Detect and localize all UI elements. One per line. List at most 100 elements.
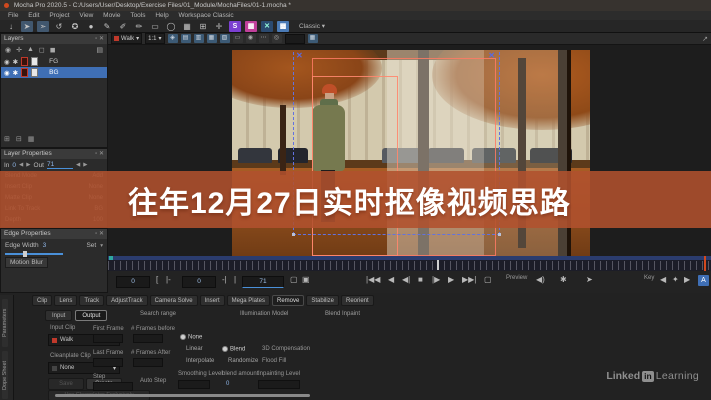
- edge-width-value[interactable]: 3: [43, 242, 47, 249]
- close-icon[interactable]: ✕: [99, 231, 104, 237]
- timeline-range-bar[interactable]: [108, 256, 711, 260]
- stop-button[interactable]: ■: [418, 275, 423, 284]
- view-zoom-toggle-icon[interactable]: ▧: [220, 34, 230, 43]
- layer-row-fg[interactable]: ◉ ✱ FG: [1, 56, 107, 67]
- randomize-radio[interactable]: Randomize: [228, 358, 258, 364]
- rect-shape-icon[interactable]: ▭: [149, 21, 161, 32]
- close-icon[interactable]: ✕: [99, 151, 104, 157]
- tab-track[interactable]: Track: [79, 295, 104, 306]
- pin-icon[interactable]: ▫: [95, 231, 97, 237]
- trace-icon[interactable]: ▭: [233, 34, 243, 43]
- bracket-icon[interactable]: [: [156, 275, 158, 284]
- blend-amount-value[interactable]: 0: [226, 381, 229, 387]
- edge-width-slider[interactable]: [5, 253, 63, 255]
- matte-on-icon[interactable]: ◼: [50, 46, 56, 54]
- go-end-button[interactable]: ▶▶|: [462, 275, 476, 284]
- rotate-handle-icon[interactable]: ✕: [296, 51, 303, 60]
- track-marker-icon[interactable]: ✦: [672, 275, 679, 284]
- auto-step-label[interactable]: Auto Step: [140, 378, 166, 384]
- delete-layer-icon[interactable]: ⊟: [16, 135, 22, 143]
- eye-icon[interactable]: ◉: [4, 58, 10, 66]
- play-back-button[interactable]: ◀: [388, 275, 394, 284]
- gear-icon[interactable]: ✱: [13, 69, 18, 77]
- play-button[interactable]: ▶: [448, 275, 454, 284]
- timeline-in-marker[interactable]: [109, 256, 113, 260]
- smoothing-level-field[interactable]: [178, 380, 210, 389]
- viewer-field[interactable]: [285, 34, 305, 44]
- pin-icon[interactable]: ▫: [95, 151, 97, 157]
- step-back-button[interactable]: ◀|: [402, 275, 410, 284]
- frames-before-field[interactable]: [133, 334, 163, 343]
- tab-insert[interactable]: Insert: [200, 295, 225, 306]
- audio-icon[interactable]: ◀): [536, 275, 545, 284]
- tab-adjusttrack[interactable]: AdjustTrack: [106, 295, 147, 306]
- out-frame-field[interactable]: 71: [242, 276, 284, 288]
- ellipse-shape-icon[interactable]: ◯: [165, 21, 177, 32]
- clip-select[interactable]: Walk ▾: [111, 33, 142, 44]
- illum-linear-radio[interactable]: Linear: [186, 346, 203, 352]
- step-field[interactable]: [93, 382, 133, 391]
- new-layer-icon[interactable]: ⊞: [4, 135, 10, 143]
- pin-icon[interactable]: ▫: [95, 36, 97, 42]
- chevron-down-icon[interactable]: ▾: [100, 243, 103, 249]
- timeline-zoom-out-icon[interactable]: ▣: [302, 275, 310, 284]
- view-splines-toggle-icon[interactable]: ▤: [181, 34, 191, 43]
- view-surface-toggle-icon[interactable]: ▥: [194, 34, 204, 43]
- motion-blur-button[interactable]: Motion Blur: [5, 257, 48, 268]
- point-tool-icon[interactable]: ●: [85, 21, 97, 32]
- menu-view[interactable]: View: [79, 12, 93, 19]
- view-grid-toggle-icon[interactable]: ▦: [207, 34, 217, 43]
- menu-workspace[interactable]: Workspace Classic: [179, 12, 234, 19]
- frames-after-field[interactable]: [133, 358, 163, 367]
- menu-movie[interactable]: Movie: [103, 12, 120, 19]
- title-bar[interactable]: Mocha Pro 2020.5 - C:/Users/User/Desktop…: [0, 0, 711, 11]
- marquee-tool-icon[interactable]: ➣: [37, 21, 49, 32]
- select-tool-icon[interactable]: ➤: [21, 21, 33, 32]
- out-next-icon[interactable]: ▶: [83, 162, 87, 168]
- gear-icon[interactable]: ✱: [13, 58, 18, 66]
- close-icon[interactable]: ✕: [99, 36, 104, 42]
- slider-handle[interactable]: [23, 251, 27, 257]
- add-point-tool-icon[interactable]: ✐: [117, 21, 129, 32]
- flood-fill-option[interactable]: Flood Fill: [262, 358, 286, 364]
- colorize-icon[interactable]: ◎: [272, 34, 282, 43]
- playhead[interactable]: [704, 256, 706, 271]
- loop-button[interactable]: ▢: [484, 275, 492, 284]
- transform-icon[interactable]: ✛: [213, 21, 225, 32]
- output-button[interactable]: Output: [75, 310, 107, 321]
- mesh-icon[interactable]: ▦: [308, 34, 318, 43]
- 3d-compensation-option[interactable]: 3D Compensation: [262, 346, 310, 352]
- horizontal-scrollbar[interactable]: [55, 394, 310, 397]
- bracket-icon[interactable]: |: [234, 275, 236, 284]
- current-frame-field[interactable]: 0: [182, 276, 216, 288]
- tab-stabilize[interactable]: Stabilize: [306, 295, 339, 306]
- spline-tool-icon[interactable]: ✎: [101, 21, 113, 32]
- set-out-icon[interactable]: -|: [222, 275, 227, 284]
- insert-module-icon[interactable]: ▩: [277, 21, 289, 32]
- view-layers-toggle-icon[interactable]: ◈: [168, 34, 178, 43]
- bbox-handle[interactable]: [498, 233, 501, 236]
- menu-edit[interactable]: Edit: [28, 12, 39, 19]
- last-frame-field[interactable]: [93, 358, 123, 367]
- pointer-play-icon[interactable]: ➤: [586, 275, 593, 284]
- menu-project[interactable]: Project: [49, 12, 69, 19]
- illum-none-radio[interactable]: None: [180, 334, 202, 341]
- bbox-handle[interactable]: [292, 233, 295, 236]
- workspace-select[interactable]: Classic ▾: [299, 22, 325, 30]
- set-button[interactable]: Set: [86, 242, 96, 249]
- in-frame-field[interactable]: 0: [116, 276, 150, 288]
- zoom-select[interactable]: 1:1 ▾: [145, 33, 164, 44]
- grid-module-icon[interactable]: ▦: [245, 21, 257, 32]
- input-button[interactable]: Input: [45, 310, 72, 321]
- matte-off-icon[interactable]: ◻: [39, 46, 45, 54]
- group-layer-icon[interactable]: ▦: [28, 135, 35, 143]
- out-prev-icon[interactable]: ◀: [76, 162, 80, 168]
- tab-clip[interactable]: Clip: [32, 295, 52, 306]
- go-start-button[interactable]: |◀◀: [366, 275, 380, 284]
- lock-icon[interactable]: ▲: [27, 46, 34, 54]
- out-value[interactable]: 71: [47, 161, 73, 169]
- rotate-handle-icon[interactable]: ✕: [488, 51, 495, 60]
- inpainting-level-field[interactable]: [258, 380, 300, 389]
- grid-overlay-icon[interactable]: ▦: [181, 21, 193, 32]
- visibility-icon[interactable]: ◉: [5, 46, 11, 54]
